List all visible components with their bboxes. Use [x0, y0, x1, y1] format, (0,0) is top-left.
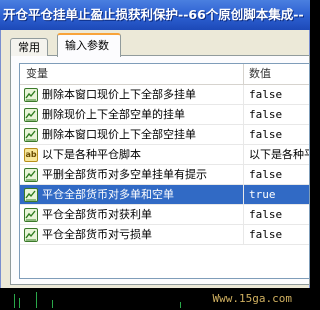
chart-icon [24, 207, 38, 222]
param-value[interactable]: false [244, 205, 309, 224]
chart-bar [19, 298, 20, 308]
chart-icon [24, 187, 38, 202]
table-header: 变量 数值 [20, 64, 309, 85]
chart-bar [36, 292, 37, 308]
param-name: 平删全部货币对多空单挂单有提示 [42, 168, 207, 181]
param-name: 删除现价上下全部空单的挂单 [42, 108, 185, 121]
chart-bar [14, 294, 15, 308]
column-header-variable[interactable]: 变量 [20, 64, 244, 84]
param-value[interactable]: false [244, 125, 309, 144]
parameters-table: 变量 数值 删除本窗口现价上下全部多挂单 false 删除现价上下全部空单的挂单 fa… [19, 63, 310, 279]
tab-common[interactable]: 常用 [10, 38, 48, 56]
chart-icon [24, 127, 38, 142]
param-name-cell[interactable]: 平仓全部货币对亏损单 [20, 225, 244, 244]
param-name-cell[interactable]: 删除现价上下全部空单的挂单 [20, 105, 244, 124]
chart-bar [52, 300, 53, 308]
chart-icon [24, 167, 38, 182]
table-row[interactable]: 平删全部货币对多空单挂单有提示 false [20, 165, 309, 185]
param-value[interactable]: false [244, 165, 309, 184]
chart-bar [180, 302, 181, 308]
table-row[interactable]: 平仓全部货币对多单和空单 true [20, 185, 309, 205]
chart-icon [24, 227, 38, 242]
param-value[interactable]: false [244, 225, 309, 244]
param-value[interactable]: false [244, 85, 309, 104]
param-name: 平仓全部货币对多单和空单 [42, 188, 174, 201]
table-row[interactable]: ab 以下是各种平仓脚本 以下是各种平 [20, 145, 309, 165]
param-name: 以下是各种平仓脚本 [42, 148, 141, 161]
column-header-value[interactable]: 数值 [244, 64, 309, 84]
param-name: 平仓全部货币对亏损单 [42, 228, 152, 241]
table-body: 删除本窗口现价上下全部多挂单 false 删除现价上下全部空单的挂单 false 删除本… [20, 85, 309, 245]
chart-strip: Www.15ga.com [0, 288, 310, 310]
table-row[interactable]: 平仓全部货币对亏损单 false [20, 225, 309, 245]
param-value[interactable]: 以下是各种平 [244, 145, 309, 164]
param-name-cell[interactable]: 平仓全部货币对多单和空单 [20, 185, 244, 204]
chart-icon [24, 107, 38, 122]
table-row[interactable]: 删除本窗口现价上下全部空挂单 false [20, 125, 309, 145]
tab-input-params[interactable]: 输入参数 [57, 33, 121, 57]
table-row[interactable]: 删除本窗口现价上下全部多挂单 false [20, 85, 309, 105]
param-name-cell[interactable]: ab 以下是各种平仓脚本 [20, 145, 244, 164]
watermark: Www.15ga.com [212, 292, 292, 305]
param-name: 删除本窗口现价上下全部多挂单 [42, 88, 196, 101]
param-value[interactable]: true [244, 185, 309, 204]
param-name-cell[interactable]: 删除本窗口现价上下全部空挂单 [20, 125, 244, 144]
param-value[interactable]: false [244, 105, 309, 124]
param-name: 平仓全部货币对获利单 [42, 208, 152, 221]
param-name-cell[interactable]: 平仓全部货币对获利单 [20, 205, 244, 224]
chart-icon [24, 87, 38, 102]
param-name-cell[interactable]: 删除本窗口现价上下全部多挂单 [20, 85, 244, 104]
table-row[interactable]: 平仓全部货币对获利单 false [20, 205, 309, 225]
param-name-cell[interactable]: 平删全部货币对多空单挂单有提示 [20, 165, 244, 184]
window-title: 开仓平仓挂单止盈止损获利保护--66个原创脚本集成-- [0, 0, 310, 30]
ab-icon: ab [24, 147, 38, 162]
table-row[interactable]: 删除现价上下全部空单的挂单 false [20, 105, 309, 125]
param-name: 删除本窗口现价上下全部空挂单 [42, 128, 196, 141]
